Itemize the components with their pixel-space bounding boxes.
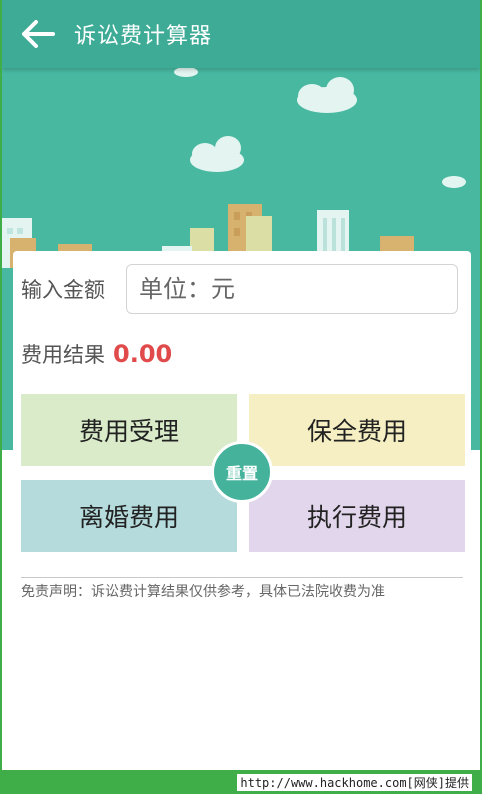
reset-button[interactable]: 重置 — [211, 441, 273, 503]
arrow-left-icon — [22, 20, 55, 48]
divider — [21, 577, 463, 578]
divorce-fee-button[interactable]: 离婚费用 — [21, 480, 237, 552]
accept-fee-button[interactable]: 费用受理 — [21, 394, 237, 466]
page-title: 诉讼费计算器 — [74, 24, 213, 49]
result-row: 费用结果 0.00 — [21, 339, 172, 369]
preservation-fee-button[interactable]: 保全费用 — [249, 394, 465, 466]
result-label: 费用结果 — [21, 343, 105, 367]
disclaimer-text: 免责声明：诉讼费计算结果仅供参考，具体已法院收费为准 — [21, 584, 385, 600]
amount-input[interactable] — [126, 264, 458, 314]
amount-row: 输入金额 — [21, 263, 105, 315]
result-value: 0.00 — [113, 340, 173, 368]
watermark-text: http://www.hackhome.com[网侠]提供 — [237, 774, 472, 791]
calculator-card: 输入金额 费用结果 0.00 费用受理 保全费用 离婚费用 执行费用 重置 免责… — [13, 251, 471, 771]
app-frame: 诉讼费计算器 输入金额 单位：元 费用结果 0.00 费用受理 保全费用 离婚费… — [0, 0, 482, 794]
footer-bar: http://www.hackhome.com[网侠]提供 — [0, 770, 482, 794]
app-bar: 诉讼费计算器 — [2, 0, 480, 68]
execution-fee-button[interactable]: 执行费用 — [249, 480, 465, 552]
back-button[interactable] — [2, 0, 74, 68]
amount-label: 输入金额 — [21, 278, 105, 302]
